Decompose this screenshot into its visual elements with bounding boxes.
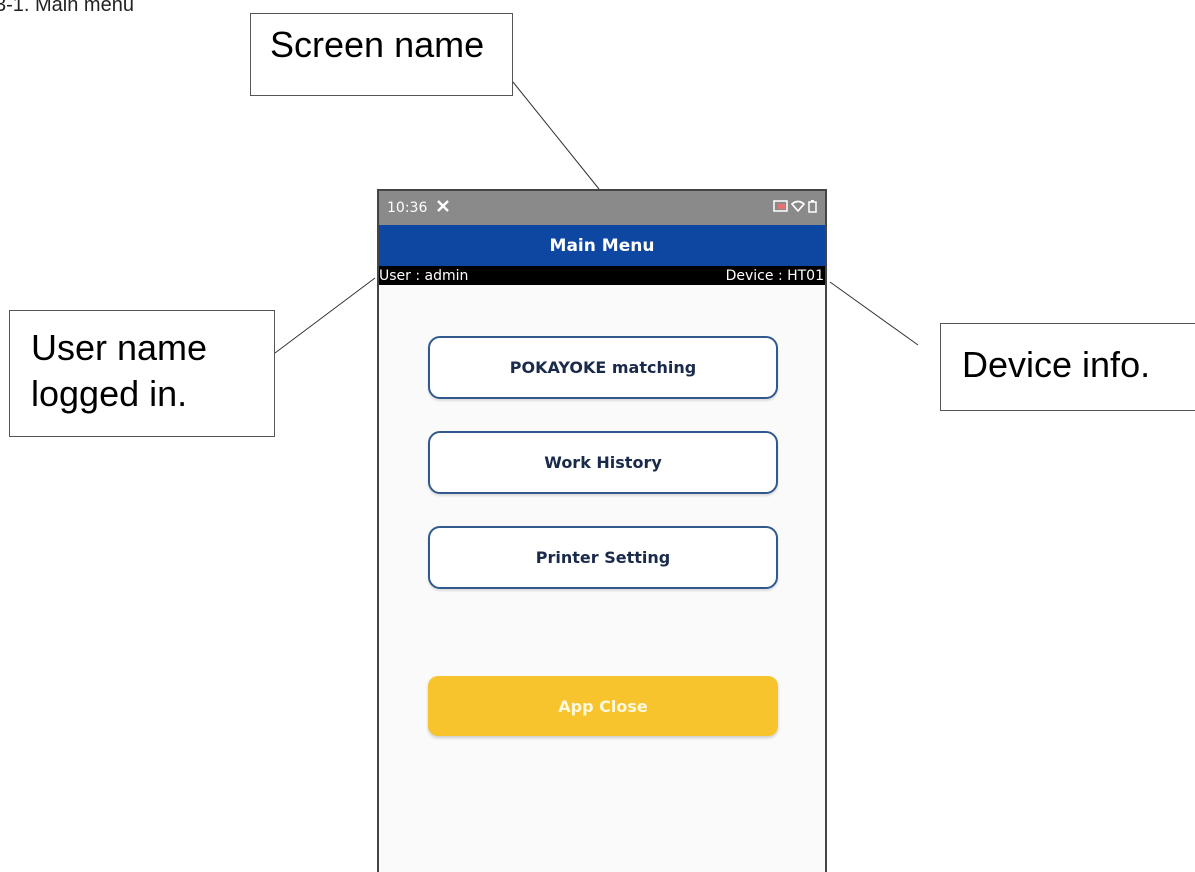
- status-bar: 10:36: [379, 191, 825, 225]
- callout-device-info-text: Device info.: [962, 344, 1151, 385]
- app-close-button[interactable]: App Close: [428, 676, 778, 736]
- callout-user-name-line-1: User name: [31, 327, 208, 368]
- pokayoke-matching-button[interactable]: POKAYOKE matching: [428, 336, 778, 399]
- callout-screen-name-text: Screen name: [270, 24, 485, 65]
- phone-screenshot: 10:36 Main Menu User: admin Device: HT…: [377, 189, 827, 872]
- leader-screen-name: [512, 81, 600, 190]
- callout-device-info: Device info.: [940, 323, 1195, 411]
- document-page: 3-1. Main menu Screen name User name log…: [0, 0, 1195, 872]
- callout-user-name: User name logged in.: [9, 310, 275, 437]
- leader-device-info: [829, 281, 919, 346]
- tools-icon: [435, 198, 451, 218]
- wifi-icon: [790, 200, 806, 216]
- info-bar: User : admin Device : HT01: [379, 266, 825, 285]
- work-history-button[interactable]: Work History: [428, 431, 778, 494]
- printer-setting-button[interactable]: Printer Setting: [428, 526, 778, 589]
- battery-icon: [808, 199, 817, 217]
- callout-screen-name: Screen name: [250, 13, 513, 96]
- screen-title: Main Menu: [549, 235, 655, 256]
- device-label: Device : HT01: [725, 267, 824, 284]
- app-bar: Main Menu: [379, 225, 825, 266]
- cast-icon: [773, 200, 788, 216]
- status-time: 10:36: [387, 200, 428, 216]
- user-label: User : admin: [379, 267, 469, 284]
- leader-user-name: [274, 277, 376, 354]
- callout-user-name-line-2: logged in.: [31, 373, 188, 414]
- document-heading: 3-1. Main menu: [0, 0, 134, 16]
